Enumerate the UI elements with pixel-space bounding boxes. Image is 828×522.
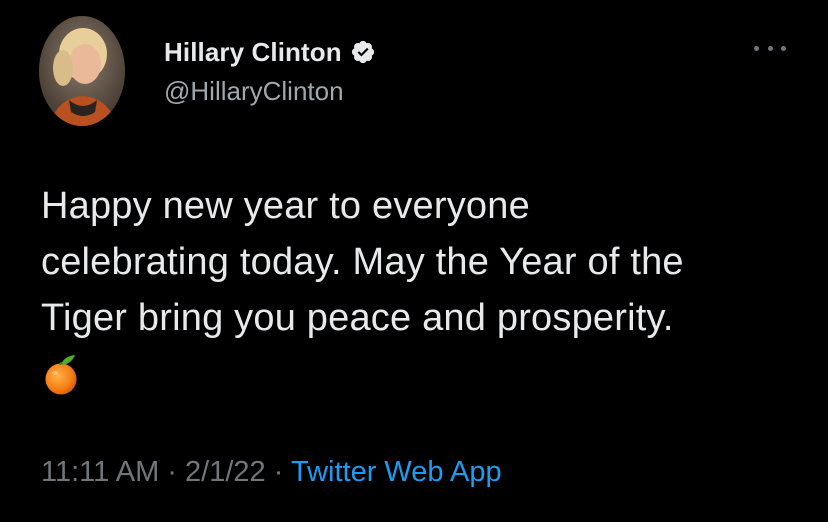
tweet-text: Happy new year to everyone celebrating t… xyxy=(41,178,801,346)
profile-photo-icon xyxy=(39,16,125,126)
avatar[interactable] xyxy=(39,16,125,126)
tweet-meta: 11:11 AM · 2/1/22 · Twitter Web App xyxy=(41,456,502,489)
meta-separator: · xyxy=(167,456,177,488)
more-dot xyxy=(754,45,759,51)
tweet-date: 2/1/22 xyxy=(185,456,266,488)
more-dot xyxy=(781,45,786,51)
tweet-card: Hillary Clinton @HillaryClinton Happy ne… xyxy=(0,0,828,522)
author-display-name[interactable]: Hillary Clinton xyxy=(164,37,342,68)
author-name-row[interactable]: Hillary Clinton xyxy=(164,36,376,68)
more-dot xyxy=(767,45,773,51)
tweet-text-line: celebrating today. May the Year of the xyxy=(41,241,684,283)
tweet-time: 11:11 AM xyxy=(41,456,160,488)
more-options-icon[interactable] xyxy=(754,36,786,60)
author-handle[interactable]: @HillaryClinton xyxy=(164,76,344,107)
tangerine-emoji-icon xyxy=(45,355,77,395)
tweet-text-line: Tiger bring you peace and prosperity. xyxy=(41,297,674,339)
verified-badge-icon xyxy=(351,40,374,64)
tweet-text-line: Happy new year to everyone xyxy=(41,185,530,227)
meta-separator: · xyxy=(273,456,284,488)
source-app-link[interactable]: Twitter Web App xyxy=(291,456,502,488)
